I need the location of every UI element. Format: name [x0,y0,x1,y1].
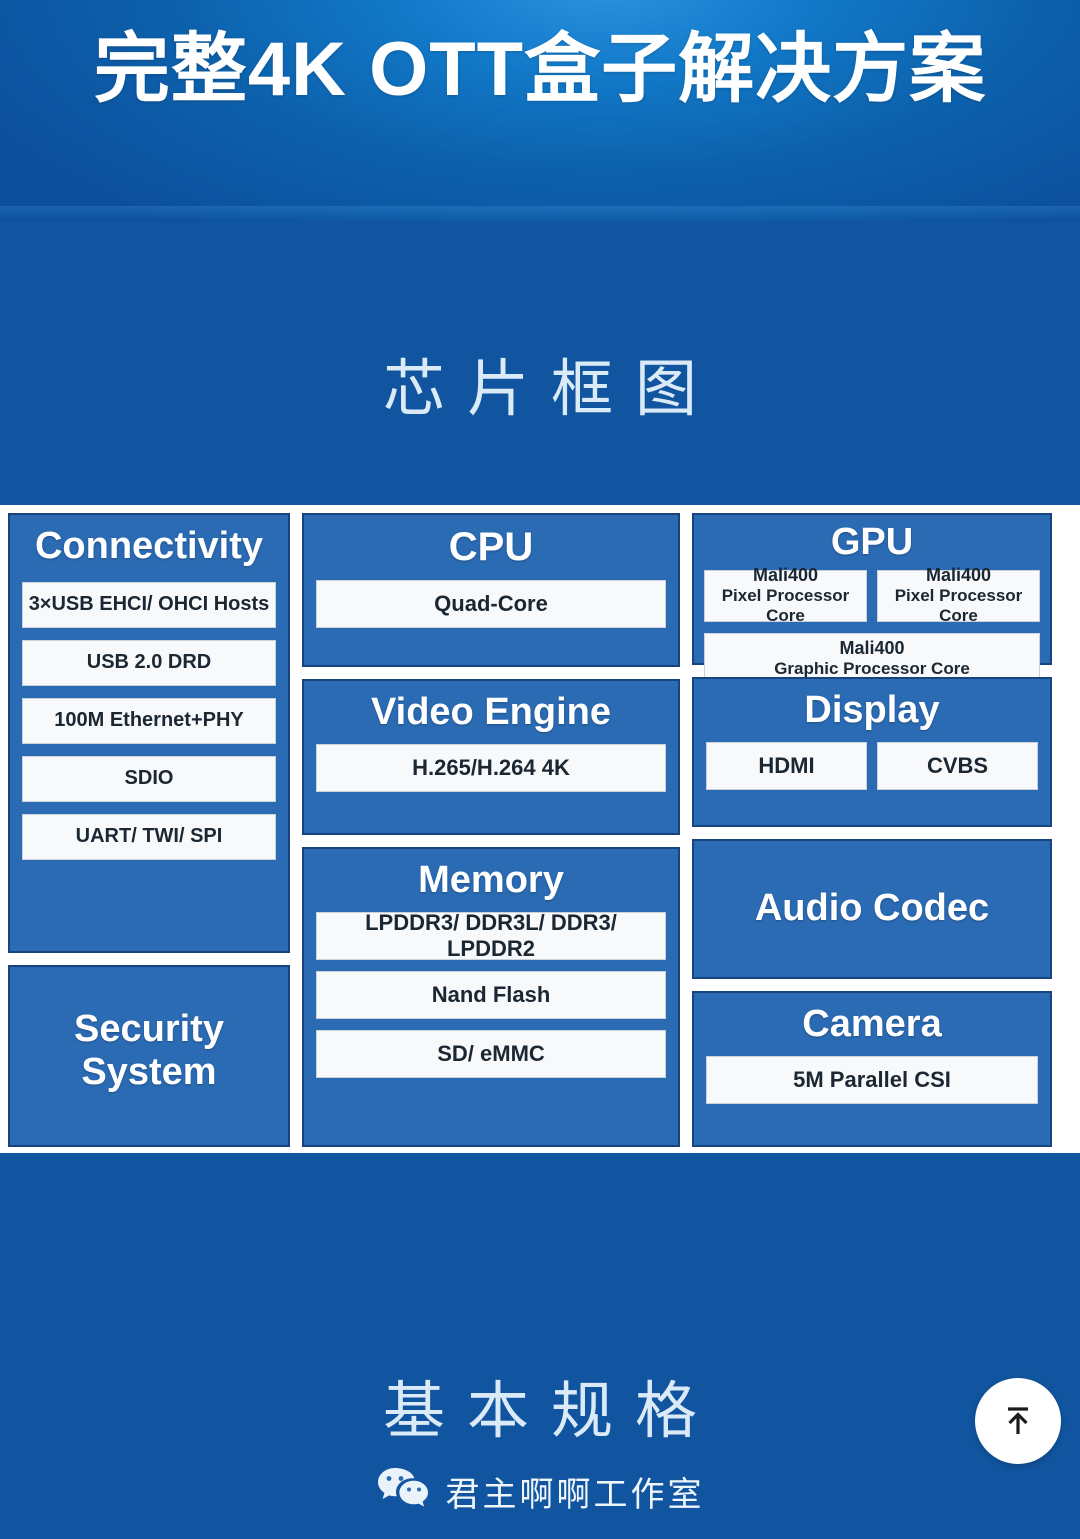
diagram-column-middle: CPU Quad-Core Video Engine H.265/H.264 4… [302,513,680,1147]
block-title-security-line1: Security [74,1008,224,1051]
item-mali400-pixel-core-2-line2: Pixel Processor Core [894,586,1023,626]
block-title-connectivity: Connectivity [34,525,264,567]
item-5m-parallel-csi: 5M Parallel CSI [706,1055,1038,1104]
block-display: Display HDMI CVBS [692,677,1052,827]
block-gpu: GPU Mali400 Pixel Processor Core Mali400… [692,513,1052,685]
block-title-security-system: Security System [22,1008,276,1093]
item-mali400-pixel-core-2: Mali400 Pixel Processor Core [877,565,1040,625]
block-security-system: Security System [8,965,290,1147]
hero-banner: 完整4K OTT盒子解决方案 [0,0,1080,222]
item-cvbs: CVBS [877,741,1038,790]
block-camera: Camera 5M Parallel CSI [692,991,1052,1147]
item-usb-drd: USB 2.0 DRD [22,639,276,686]
block-connectivity: Connectivity 3×USB EHCI/ OHCI Hosts USB … [8,513,290,953]
block-items-connectivity: 3×USB EHCI/ OHCI Hosts USB 2.0 DRD 100M … [22,581,276,860]
item-sdio: SDIO [22,755,276,802]
block-title-camera: Camera [802,1003,942,1045]
diagram-column-right: GPU Mali400 Pixel Processor Core Mali400… [692,513,1052,1147]
block-title-display: Display [804,689,940,731]
scroll-to-top-button[interactable] [975,1378,1061,1464]
block-audio-codec: Audio Codec [692,839,1052,979]
wechat-icon [376,1466,430,1517]
block-title-cpu: CPU [448,525,534,569]
item-uart-twi-spi: UART/ TWI/ SPI [22,813,276,860]
item-mali400-pixel-core-1: Mali400 Pixel Processor Core [704,565,867,625]
block-items-video-engine: H.265/H.264 4K [316,743,666,792]
section-heading-basic-specs: 基本规格 [382,1377,719,1446]
block-title-video-engine: Video Engine [370,691,611,733]
item-mali400-pixel-core-2-line1: Mali400 [925,564,992,585]
block-items-camera: 5M Parallel CSI [706,1055,1038,1104]
block-items-cpu: Quad-Core [316,579,666,628]
block-video-engine: Video Engine H.265/H.264 4K [302,679,680,835]
item-hdmi: HDMI [706,741,867,790]
item-ethernet-phy: 100M Ethernet+PHY [22,697,276,744]
block-items-memory: LPDDR3/ DDR3L/ DDR3/ LPDDR2 Nand Flash S… [316,910,666,1078]
diagram-column-left: Connectivity 3×USB EHCI/ OHCI Hosts USB … [8,513,290,1147]
block-cpu: CPU Quad-Core [302,513,680,667]
footer-account-name: 君主啊啊工作室 [445,1476,705,1514]
footer-account-bar[interactable]: 君主啊啊工作室 [0,1466,1080,1517]
block-items-gpu: Mali400 Pixel Processor Core Mali400 Pix… [704,565,1040,685]
item-h265-h264-4k: H.265/H.264 4K [316,743,666,792]
page-root: 完整4K OTT盒子解决方案 芯片框图 Connectivity 3×USB E… [0,0,1080,1539]
block-memory: Memory LPDDR3/ DDR3L/ DDR3/ LPDDR2 Nand … [302,847,680,1147]
item-quad-core: Quad-Core [316,579,666,628]
chip-block-diagram: Connectivity 3×USB EHCI/ OHCI Hosts USB … [0,505,1080,1153]
item-usb-hosts: 3×USB EHCI/ OHCI Hosts [22,581,276,628]
block-title-audio-codec: Audio Codec [754,886,990,929]
display-outputs-row: HDMI CVBS [706,741,1038,790]
gpu-pixel-core-row: Mali400 Pixel Processor Core Mali400 Pix… [704,565,1040,625]
item-sd-emmc: SD/ eMMC [316,1029,666,1078]
item-mali400-graphic-core-line1: Mali400 [839,637,905,658]
item-mali400-pixel-core-1-line1: Mali400 [752,564,819,585]
page-title: 完整4K OTT盒子解决方案 [93,27,987,112]
block-items-display: HDMI CVBS [706,741,1038,790]
block-title-gpu: GPU [830,521,914,563]
block-title-memory: Memory [418,859,564,901]
item-mali400-pixel-core-1-line2: Pixel Processor Core [721,586,850,626]
section-heading-chip-diagram: 芯片框图 [382,355,719,424]
arrow-up-to-line-icon [996,1398,1040,1445]
item-lpddr3-ddr3l-ddr3-lpddr2: LPDDR3/ DDR3L/ DDR3/ LPDDR2 [316,910,666,961]
block-title-security-line2: System [81,1051,217,1093]
item-nand-flash: Nand Flash [316,970,666,1019]
